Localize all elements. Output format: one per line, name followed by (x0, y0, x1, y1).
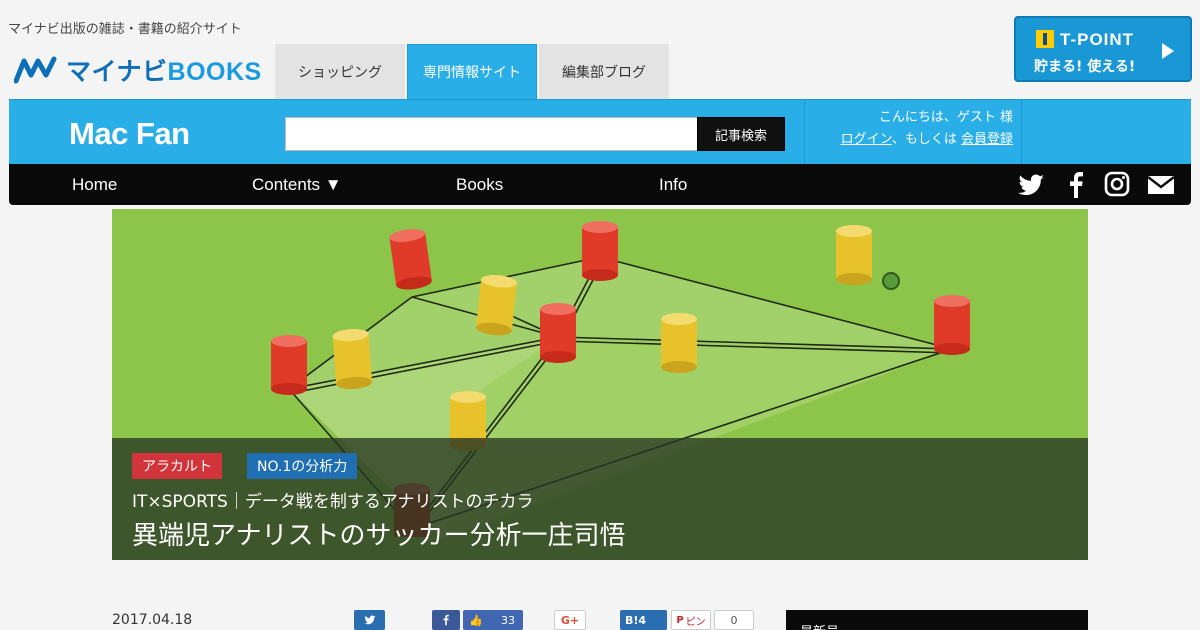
instagram-icon[interactable] (1102, 171, 1132, 199)
ball-icon (882, 272, 900, 290)
search-button[interactable]: 記事検索 (697, 117, 785, 151)
tpoint-logo-icon (1036, 30, 1054, 48)
brand-main: マイナビ (66, 58, 168, 86)
or-text: 、もしくは (891, 132, 961, 147)
main-nav: Home Contents ▼ Books Info (9, 164, 1191, 205)
hatena-count: 4 (638, 613, 647, 627)
greeting-text: こんにちは、ゲスト 様 (878, 110, 1013, 125)
mynavi-mark-icon (14, 56, 57, 84)
page: マイナビ出版の雑誌・書籍の紹介サイト マイナビBOOKS ショッピング 専門情報… (0, 0, 1200, 630)
google-plus-button[interactable]: G+ (554, 610, 586, 630)
facebook-icon[interactable] (1061, 171, 1091, 199)
twitter-icon (363, 615, 376, 625)
user-greeting-panel: こんにちは、ゲスト 様 ログイン、もしくは 会員登録 (804, 100, 1022, 164)
login-link[interactable]: ログイン (841, 132, 892, 147)
site-tagline: マイナビ出版の雑誌・書籍の紹介サイト (8, 22, 242, 37)
tab-specialist-sites[interactable]: 専門情報サイト (407, 44, 537, 99)
brand-books: BOOKS (167, 58, 262, 86)
mail-icon[interactable] (1146, 171, 1176, 199)
twitter-icon[interactable] (1016, 171, 1046, 199)
tpoint-title: T-POINT (1060, 30, 1135, 49)
pinterest-icon: P (676, 614, 684, 626)
hero-subtitle: IT×SPORTS｜データ戦を制するアナリストのチカラ (132, 492, 534, 512)
facebook-icon (443, 614, 449, 626)
tpoint-subtitle: 貯まる! 使える! (1034, 59, 1136, 75)
nav-home[interactable]: Home (72, 175, 117, 195)
search-input[interactable] (285, 117, 698, 151)
hero-article-banner[interactable]: アラカルト NO.1の分析力 IT×SPORTS｜データ戦を制するアナリストのチ… (112, 209, 1088, 560)
hatena-bookmark-button[interactable]: B! 4 (620, 610, 667, 630)
nav-contents[interactable]: Contents ▼ (252, 175, 342, 195)
thumbs-up-icon: 👍 (469, 613, 483, 627)
tag-series[interactable]: NO.1の分析力 (247, 453, 358, 479)
latest-issue-header: 最新号 (786, 610, 1088, 630)
pinterest-pin-button[interactable]: P ピン (671, 610, 711, 630)
facebook-like-button[interactable]: 👍 33 (463, 610, 523, 630)
site-header-bar: Mac Fan 記事検索 こんにちは、ゲスト 様 ログイン、もしくは 会員登録 (9, 99, 1191, 164)
article-date: 2017.04.18 (112, 612, 193, 628)
twitter-share-button[interactable] (354, 610, 385, 630)
pin-count: 0 (714, 610, 754, 630)
facebook-share-button[interactable] (432, 610, 460, 630)
hatena-label: B! (625, 613, 639, 627)
tab-shopping[interactable]: ショッピング (275, 44, 405, 99)
macfan-logo[interactable]: Mac Fan (69, 116, 190, 152)
hero-caption: アラカルト NO.1の分析力 IT×SPORTS｜データ戦を制するアナリストのチ… (112, 438, 1088, 560)
tpoint-banner[interactable]: T-POINT 貯まる! 使える! (1014, 16, 1192, 82)
mynavi-books-logo[interactable]: マイナビBOOKS (14, 52, 262, 88)
tag-category[interactable]: アラカルト (132, 453, 222, 479)
pin-label: ピン (685, 616, 706, 628)
play-arrow-icon (1162, 43, 1174, 59)
hero-title[interactable]: 異端児アナリストのサッカー分析一庄司悟 (132, 515, 625, 552)
like-count: 33 (501, 613, 515, 627)
register-link[interactable]: 会員登録 (961, 132, 1013, 147)
nav-books[interactable]: Books (456, 175, 503, 195)
site-tabs: ショッピング 専門情報サイト 編集部ブログ (275, 44, 669, 99)
tab-editorial-blog[interactable]: 編集部ブログ (539, 44, 669, 99)
nav-info[interactable]: Info (659, 175, 687, 195)
